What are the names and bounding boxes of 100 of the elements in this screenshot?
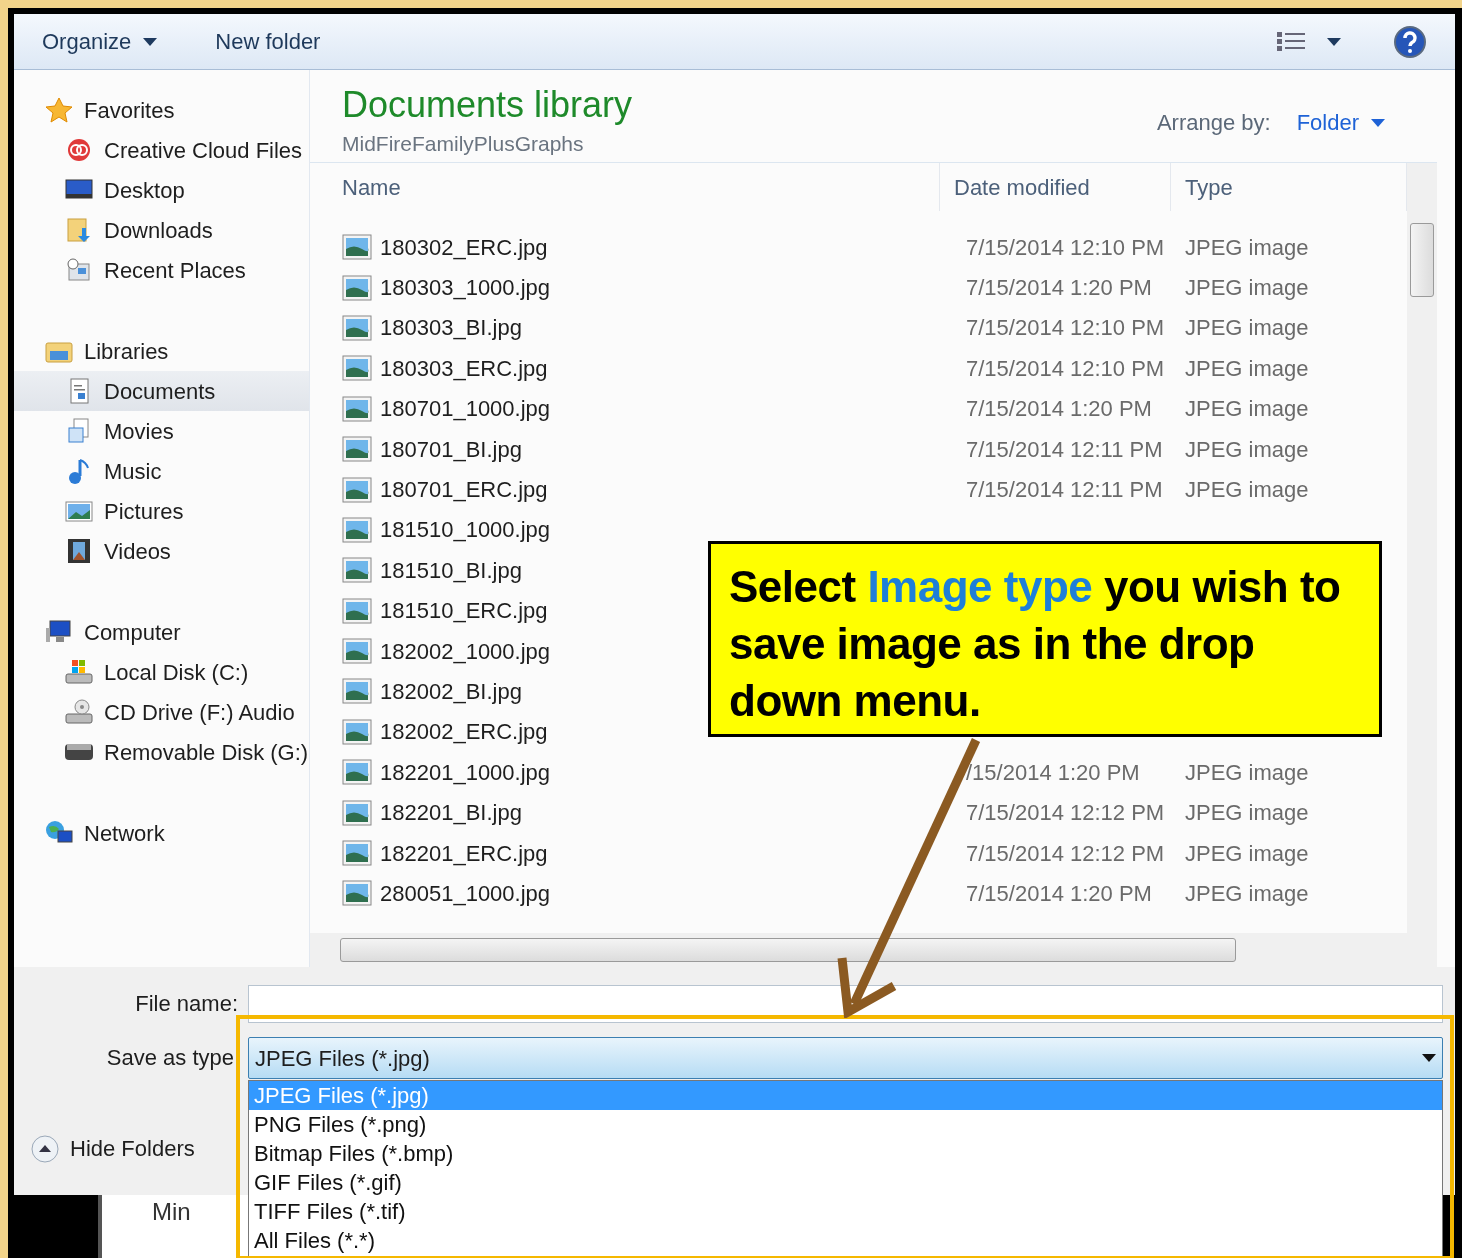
file-name[interactable]: 180701_1000.jpg [380, 392, 551, 426]
nav-item[interactable]: Local Disk (C:) [14, 652, 309, 692]
view-caret-icon [1327, 37, 1341, 46]
image-file-icon [342, 597, 372, 624]
file-name[interactable]: 181510_ERC.jpg [380, 594, 548, 628]
image-file-icon [342, 516, 372, 543]
library-subtitle: MidFireFamilyPlusGraphs [342, 131, 585, 157]
nav-item[interactable]: Desktop [14, 170, 309, 210]
file-name[interactable]: 182201_BI.jpg [380, 796, 522, 830]
library-title: Documents library [342, 84, 633, 126]
date-cell: /15/2014 1:20 PM [966, 759, 1140, 785]
file-name[interactable]: 182201_ERC.jpg [380, 836, 548, 870]
date-cell: 7/15/2014 12:10 PM [966, 315, 1165, 341]
image-file-icon [342, 355, 372, 382]
arrange-dropdown[interactable]: Folder [1296, 106, 1385, 139]
view-list-icon[interactable] [1275, 29, 1307, 54]
organize-button[interactable]: Organize [42, 25, 158, 58]
image-file-icon [342, 234, 372, 261]
nav-item[interactable]: Downloads [14, 210, 309, 250]
file-name[interactable]: 182002_ERC.jpg [380, 715, 548, 749]
column-header[interactable]: Name [328, 163, 940, 211]
nav-item[interactable]: Pictures [14, 491, 309, 531]
type-cell: JPEG image [1185, 315, 1309, 341]
nav-section[interactable]: Favorites [14, 90, 309, 130]
file-name[interactable]: 180701_ERC.jpg [380, 473, 548, 507]
type-cell: JPEG image [1185, 355, 1309, 381]
type-cell: JPEG image [1185, 477, 1309, 503]
file-name[interactable]: 180303_BI.jpg [380, 311, 522, 345]
window-text: Min [152, 1197, 191, 1227]
type-cell: JPEG image [1185, 759, 1309, 785]
nav-item[interactable]: Music [14, 451, 309, 491]
vertical-scrollbar[interactable] [1407, 163, 1437, 933]
image-file-icon [342, 759, 372, 786]
date-cell: 7/15/2014 12:10 PM [966, 234, 1165, 260]
type-cell: JPEG image [1185, 880, 1309, 906]
image-file-icon [342, 557, 372, 584]
image-file-icon [342, 314, 372, 341]
file-name[interactable]: 180303_1000.jpg [380, 271, 551, 305]
image-file-icon [342, 476, 372, 503]
type-cell: JPEG image [1185, 234, 1309, 260]
nav-item[interactable]: Videos [14, 531, 309, 571]
file-name[interactable]: 181510_1000.jpg [380, 513, 551, 547]
help-icon[interactable] [1393, 24, 1427, 59]
field-label: Save as type [106, 1045, 234, 1070]
save-type-option[interactable]: PNG Files (*.png) [249, 1110, 1442, 1139]
arrange-label: Arrange by: [1156, 109, 1271, 137]
scroll-thumb[interactable] [1410, 223, 1434, 297]
image-file-icon [342, 880, 372, 907]
image-file-icon [342, 274, 372, 301]
image-file-icon [342, 395, 372, 422]
nav-item[interactable]: CD Drive (F:) Audio [14, 692, 309, 732]
file-name[interactable]: 182002_BI.jpg [380, 675, 522, 708]
dropdown-caret-icon [1422, 1054, 1436, 1062]
save-type-option[interactable]: All Files (*.*) [249, 1226, 1442, 1255]
date-cell: 7/15/2014 12:10 PM [966, 355, 1165, 381]
date-cell: 7/15/2014 12:11 PM [966, 477, 1163, 503]
column-header[interactable]: Date modified [940, 163, 1171, 211]
nav-section[interactable]: Network [14, 813, 309, 853]
file-name[interactable]: 182002_1000.jpg [380, 634, 551, 668]
nav-item[interactable]: Removable Disk (G:) [14, 732, 309, 772]
scroll-thumb[interactable] [340, 938, 1236, 962]
file-name[interactable]: 182201_1000.jpg [380, 755, 551, 789]
nav-item[interactable]: Movies [14, 411, 309, 451]
file-name[interactable]: 180302_ERC.jpg [380, 230, 548, 264]
nav-item[interactable]: Documents [14, 371, 309, 411]
save-type-option[interactable]: TIFF Files (*.tif) [249, 1197, 1442, 1226]
type-cell: JPEG image [1185, 436, 1309, 462]
date-cell: 7/15/2014 1:20 PM [966, 275, 1152, 301]
collapse-icon [30, 1133, 60, 1164]
cd-drive-icon [64, 698, 94, 726]
image-file-icon [342, 436, 372, 463]
image-file-icon [342, 840, 372, 867]
file-name[interactable]: 181510_BI.jpg [380, 553, 522, 587]
hard-drive-icon [64, 658, 94, 686]
callout-text: Select Image type you wish to save image as in the drop down menu. [729, 561, 1342, 727]
date-cell: 7/15/2014 12:12 PM [966, 800, 1165, 826]
image-file-icon [342, 718, 372, 745]
type-cell: JPEG image [1185, 275, 1309, 301]
date-cell: 7/15/2014 12:11 PM [966, 436, 1163, 462]
save-type-dropdown[interactable]: JPEG Files (*.jpg) [248, 1037, 1443, 1079]
nav-item[interactable]: Recent Places [14, 250, 309, 290]
date-cell: 7/15/2014 12:12 PM [966, 840, 1165, 866]
save-type-option[interactable]: Bitmap Files (*.bmp) [249, 1139, 1442, 1168]
field-label: File name: [135, 991, 238, 1016]
file-name[interactable]: 180701_BI.jpg [380, 432, 522, 466]
image-file-icon [342, 638, 372, 665]
nav-item[interactable]: Creative Cloud Files [14, 130, 309, 170]
file-name[interactable]: 280051_1000.jpg [380, 876, 551, 910]
type-cell: JPEG image [1185, 396, 1309, 422]
new-folder-button[interactable]: New folder [215, 25, 321, 58]
type-cell: JPEG image [1185, 840, 1309, 866]
horizontal-scrollbar[interactable] [310, 933, 1437, 967]
type-cell: JPEG image [1185, 800, 1309, 826]
hide-folders-button[interactable]: Hide Folders [30, 1132, 195, 1165]
nav-section[interactable]: Libraries [14, 331, 309, 371]
caret-icon [143, 37, 158, 46]
nav-section[interactable]: Computer [14, 612, 309, 652]
star-icon [44, 96, 74, 124]
save-type-option[interactable]: GIF Files (*.gif) [249, 1168, 1442, 1197]
file-name[interactable]: 180303_ERC.jpg [380, 351, 548, 385]
